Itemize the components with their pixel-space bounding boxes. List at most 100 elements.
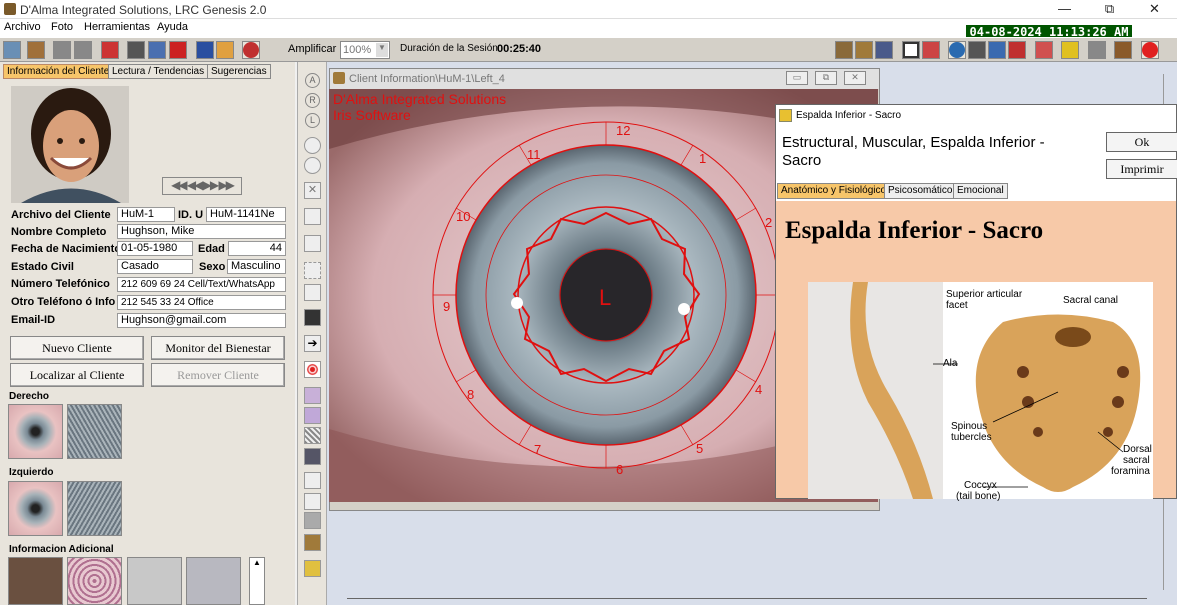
left-iris-thumbnail[interactable] xyxy=(8,481,63,536)
horizontal-scroll-track[interactable] xyxy=(327,590,1177,605)
sexo-field[interactable]: Masculino xyxy=(227,259,286,274)
dialog-titlebar[interactable]: Espalda Inferior - Sacro xyxy=(776,105,1176,126)
tool-r2-button[interactable] xyxy=(855,41,873,59)
tool-v14-button[interactable] xyxy=(304,407,321,424)
new-client-button[interactable]: Nuevo Cliente xyxy=(10,336,144,360)
open-button[interactable] xyxy=(216,41,234,59)
tab-suggestions[interactable]: Sugerencias xyxy=(207,64,271,79)
circle-tool-2-button[interactable] xyxy=(304,157,321,174)
close-tool-button[interactable]: ✕ xyxy=(304,182,321,199)
wellness-monitor-button[interactable]: Monitor del Bienestar xyxy=(151,336,285,360)
view-a-button[interactable]: A xyxy=(305,73,320,88)
client-restore-button[interactable]: ⧉ xyxy=(815,71,837,85)
owl-tool-button[interactable] xyxy=(304,534,321,551)
exit-button[interactable] xyxy=(1141,41,1159,59)
clock-number-2: 2 xyxy=(765,215,772,230)
scissors-icon xyxy=(128,42,144,58)
additional-photo-4[interactable] xyxy=(186,557,241,605)
client-minimize-button[interactable]: ▭ xyxy=(786,71,808,85)
select-tool-button[interactable] xyxy=(304,262,321,279)
tab-psychosomatic[interactable]: Psicosomático xyxy=(884,183,957,199)
copy-button[interactable] xyxy=(148,41,166,59)
settings-button[interactable] xyxy=(948,41,966,59)
grid-tool-button[interactable] xyxy=(304,427,321,444)
right-iris-detail-thumbnail[interactable] xyxy=(67,404,122,459)
client-close-button[interactable]: ✕ xyxy=(844,71,866,85)
tool-v19-button[interactable] xyxy=(304,512,321,529)
tool-5-button[interactable] xyxy=(101,41,119,59)
arrow-tool-button[interactable]: ➔ xyxy=(304,335,321,352)
tool-r9-button[interactable] xyxy=(1008,41,1026,59)
zoom-value: 100% xyxy=(343,44,372,56)
thumbnail-scrollbar[interactable]: ▲ xyxy=(249,557,265,605)
otro-telefono-field[interactable]: 212 545 33 24 Office xyxy=(117,295,286,310)
hand-tool-button[interactable] xyxy=(304,208,321,225)
additional-photo-3[interactable] xyxy=(127,557,182,605)
tool-1-button[interactable] xyxy=(3,41,21,59)
tool-r8-button[interactable] xyxy=(988,41,1006,59)
photo-nav-buttons[interactable]: ◀◀ ◀◀ ▶▶ ▶▶ xyxy=(162,177,242,195)
remove-client-button[interactable]: Remover Cliente xyxy=(151,363,285,387)
search-button[interactable] xyxy=(1088,41,1106,59)
tool-r5-button[interactable] xyxy=(922,41,940,59)
database-button[interactable] xyxy=(1061,41,1079,59)
tool-2-button[interactable] xyxy=(27,41,45,59)
zoom-in-button[interactable] xyxy=(304,472,321,489)
target-tool-button[interactable] xyxy=(304,361,321,378)
exit-tool-button[interactable] xyxy=(304,560,321,577)
save-button[interactable] xyxy=(196,41,214,59)
close-button[interactable]: ✕ xyxy=(1132,0,1177,19)
menu-herramientas[interactable]: Herramientas xyxy=(84,21,150,33)
tool-v9-button[interactable] xyxy=(304,284,321,301)
nombre-field[interactable]: Hughson, Mike xyxy=(117,224,286,239)
menu-archivo[interactable]: Archivo xyxy=(4,21,41,33)
tab-anatomical[interactable]: Anatómico y Fisiológico xyxy=(777,183,891,199)
ok-button[interactable]: Ok xyxy=(1106,132,1177,152)
app-logo-icon xyxy=(4,3,16,15)
client-window-titlebar[interactable]: Client Information\HuM-1\Left_4 ▭ ⧉ ✕ xyxy=(330,69,879,89)
minimize-button[interactable]: — xyxy=(1042,0,1087,19)
circle-tool-button[interactable] xyxy=(304,137,321,154)
image-tool-button[interactable] xyxy=(304,309,321,326)
menu-foto[interactable]: Foto xyxy=(51,21,73,33)
additional-photo-2[interactable] xyxy=(67,557,122,605)
tool-3-button[interactable] xyxy=(53,41,71,59)
email-field[interactable]: Hughson@gmail.com xyxy=(117,313,286,328)
sacrum-figure-svg xyxy=(808,282,1153,499)
menu-ayuda[interactable]: Ayuda xyxy=(157,21,188,33)
idu-field[interactable]: HuM-1141Ne xyxy=(206,207,286,222)
tool-r1-button[interactable] xyxy=(835,41,853,59)
tab-client-info[interactable]: Información del Cliente xyxy=(3,64,114,79)
paste-button[interactable] xyxy=(169,41,187,59)
fecha-field[interactable]: 01-05-1980 xyxy=(117,241,193,256)
print-button[interactable]: Imprimir xyxy=(1106,159,1177,179)
right-iris-thumbnail[interactable] xyxy=(8,404,63,459)
tool-r4-button[interactable] xyxy=(902,41,920,59)
clock-number-9: 9 xyxy=(443,299,450,314)
record-button[interactable] xyxy=(242,41,260,59)
tab-emotional[interactable]: Emocional xyxy=(953,183,1008,199)
tool-v7-button[interactable] xyxy=(304,235,321,252)
view-left-button[interactable]: L xyxy=(305,113,320,128)
estado-field[interactable]: Casado xyxy=(117,259,193,274)
tool-r7-button[interactable] xyxy=(968,41,986,59)
zoom-select[interactable]: 100% ▼ xyxy=(340,41,390,59)
left-iris-detail-thumbnail[interactable] xyxy=(67,481,122,536)
tool-v13-button[interactable] xyxy=(304,387,321,404)
maximize-button[interactable]: ⧉ xyxy=(1087,0,1132,19)
tool-4-button[interactable] xyxy=(74,41,92,59)
edit-button[interactable] xyxy=(1035,41,1053,59)
tool-r13-button[interactable] xyxy=(1114,41,1132,59)
cut-button[interactable] xyxy=(127,41,145,59)
edad-field[interactable]: 44 xyxy=(228,241,286,256)
tab-reading-trends[interactable]: Lectura / Tendencias xyxy=(108,64,209,79)
archivo-field[interactable]: HuM-1 xyxy=(117,207,175,222)
additional-photo-1[interactable] xyxy=(8,557,63,605)
zoom-out-button[interactable] xyxy=(304,493,321,510)
tool-r3-button[interactable] xyxy=(875,41,893,59)
view-right-button[interactable]: R xyxy=(305,93,320,108)
telefono-field[interactable]: 212 609 69 24 Cell/Text/WhatsApp xyxy=(117,277,286,292)
locate-client-button[interactable]: Localizar al Cliente xyxy=(10,363,144,387)
tool-v16-button[interactable] xyxy=(304,448,321,465)
label-tubercles: tubercles xyxy=(951,432,992,443)
